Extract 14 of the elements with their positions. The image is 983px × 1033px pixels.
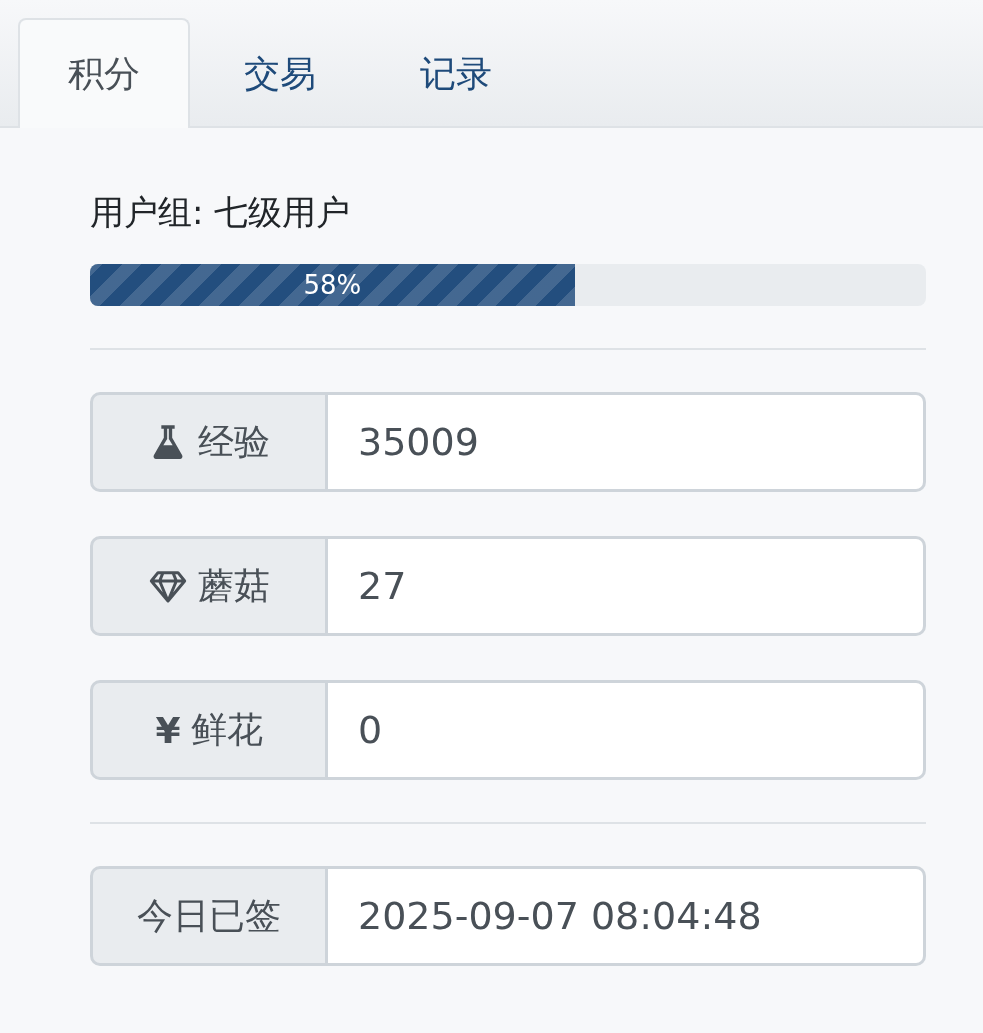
value-field[interactable]: 35009	[328, 392, 926, 492]
user-group-label: 用户组: 七级用户	[90, 191, 352, 234]
value-field[interactable]: 2025-09-07 08:04:48	[328, 866, 926, 966]
value-field[interactable]: 27	[328, 536, 926, 636]
field-label-text: 今日已签	[137, 893, 281, 938]
value-field[interactable]: 0	[328, 680, 926, 780]
tab[interactable]: 交易	[194, 18, 366, 128]
yen-symbol: ¥	[155, 709, 181, 751]
field-label-text: 鲜花	[190, 707, 263, 752]
tab[interactable]: 积分	[18, 18, 190, 128]
tab[interactable]: 记录	[370, 18, 542, 128]
field-label-text: 经验	[198, 419, 270, 464]
progress-label: 58%	[303, 270, 362, 300]
field-label-text: 蘑菇	[198, 563, 270, 608]
